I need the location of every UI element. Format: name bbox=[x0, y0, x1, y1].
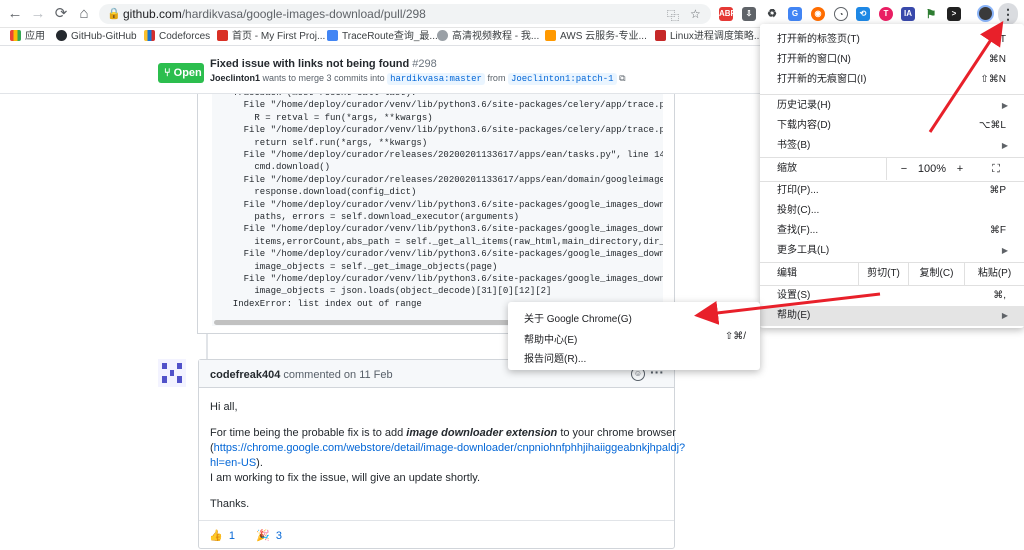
arrow-to-menu-button bbox=[928, 20, 1004, 133]
arrow-to-about-chrome bbox=[694, 292, 881, 325]
annotation-arrows bbox=[694, 20, 1004, 325]
